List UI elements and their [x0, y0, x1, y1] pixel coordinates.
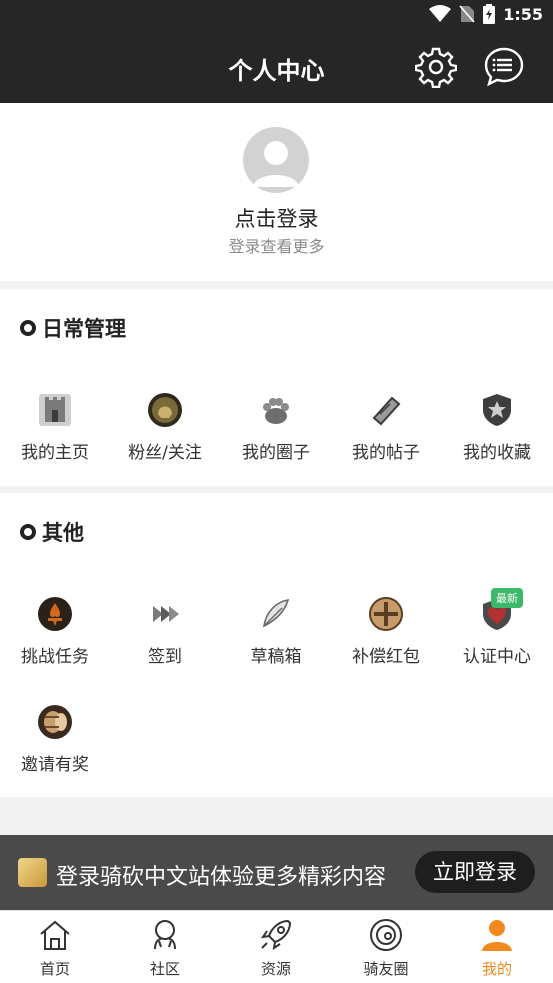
battery-icon	[483, 4, 496, 24]
castle-icon	[39, 394, 71, 426]
section-header: 日常管理	[20, 313, 126, 343]
menu-item-label: 认证中心	[463, 647, 531, 667]
menu-item-label: 邀请有奖	[21, 755, 89, 775]
login-subtitle: 登录查看更多	[228, 237, 325, 256]
wifi-icon	[429, 5, 452, 22]
tab-home[interactable]: 首页	[0, 911, 110, 983]
profile-card[interactable]: 点击登录 登录查看更多	[0, 103, 553, 281]
tab-label: 社区	[149, 960, 180, 978]
menu-item-challenges[interactable]: 挑战任务	[0, 596, 110, 696]
section-title: 其他	[42, 521, 84, 545]
feather-icon	[262, 599, 290, 628]
login-now-button[interactable]: 立即登录	[415, 851, 535, 893]
tab-resources[interactable]: 资源	[221, 911, 331, 983]
scroll-icon	[372, 396, 401, 426]
menu-item-label: 补偿红包	[352, 647, 420, 667]
menu-item-checkin[interactable]: 签到	[110, 596, 220, 696]
menu-item-circles[interactable]: 我的圈子	[221, 392, 331, 492]
menu-item-label: 草稿箱	[250, 647, 302, 667]
bullet-icon	[20, 524, 36, 540]
tab-label: 首页	[39, 960, 70, 978]
menu-item-invite[interactable]: 邀请有奖	[0, 704, 110, 804]
barrel-icon	[38, 705, 72, 739]
avatar[interactable]	[243, 127, 309, 193]
menu-item-label: 我的收藏	[463, 443, 531, 463]
menu-item-label: 粉丝/关注	[128, 443, 202, 463]
person-icon	[253, 141, 299, 187]
clock: 1:55	[503, 4, 543, 24]
tab-label: 我的	[481, 960, 512, 978]
star-shield-icon	[483, 394, 511, 426]
section-header: 其他	[20, 517, 84, 547]
arrows-icon	[153, 606, 179, 622]
menu-item-label: 我的圈子	[242, 443, 310, 463]
menu-item-compensation[interactable]: 补偿红包	[331, 596, 441, 696]
menu-item-homepage[interactable]: 我的主页	[0, 392, 110, 492]
bottom-tab-bar: 首页 社区 资源 骑友圈 我的	[0, 910, 553, 983]
helmet-coin-icon	[148, 393, 182, 427]
community-icon	[154, 920, 176, 950]
top-bar: 个人中心	[0, 33, 553, 103]
menu-item-certification[interactable]: 最新 认证中心	[442, 588, 552, 696]
rocket-icon	[260, 919, 292, 951]
tab-community[interactable]: 社区	[110, 911, 220, 983]
menu-item-label: 我的帖子	[352, 443, 420, 463]
tab-label: 资源	[260, 960, 291, 978]
menu-item-posts[interactable]: 我的帖子	[331, 392, 441, 492]
fleur-coin-icon	[38, 597, 72, 631]
home-icon	[40, 920, 70, 950]
menu-item-label: 挑战任务	[21, 647, 89, 667]
message-icon[interactable]	[483, 46, 525, 88]
gear-icon[interactable]	[415, 46, 457, 88]
other-section: 其他 挑战任务 签到 草稿箱 补偿红包 最新 认证中心 邀请有奖	[0, 493, 553, 797]
tab-label: 骑友圈	[363, 960, 409, 978]
new-badge-label: 最新	[496, 592, 518, 605]
menu-item-drafts[interactable]: 草稿箱	[221, 596, 331, 696]
tab-rider-circle[interactable]: 骑友圈	[331, 911, 441, 983]
tab-mine[interactable]: 我的	[442, 911, 552, 983]
menu-item-label: 我的主页	[21, 443, 89, 463]
site-logo	[18, 858, 47, 887]
bullet-icon	[20, 320, 36, 336]
section-title: 日常管理	[42, 317, 126, 341]
circle-icon	[370, 919, 402, 951]
menu-item-favorites[interactable]: 我的收藏	[442, 392, 552, 492]
no-sim-icon	[459, 5, 475, 23]
login-banner[interactable]: 登录骑砍中文站体验更多精彩内容 立即登录	[0, 835, 553, 910]
banner-text: 登录骑砍中文站体验更多精彩内容	[56, 865, 387, 890]
cross-shield-icon	[369, 597, 403, 631]
paw-icon	[263, 398, 289, 424]
person-icon	[482, 920, 512, 951]
page-title: 个人中心	[228, 57, 325, 85]
menu-item-fans-follow[interactable]: 粉丝/关注	[110, 392, 220, 492]
status-bar: 1:55	[0, 0, 553, 33]
login-prompt[interactable]: 点击登录	[0, 203, 553, 233]
menu-item-label: 签到	[148, 647, 182, 667]
daily-management-section: 日常管理 我的主页 粉丝/关注 我的圈子 我的帖子 我的收藏	[0, 289, 553, 486]
